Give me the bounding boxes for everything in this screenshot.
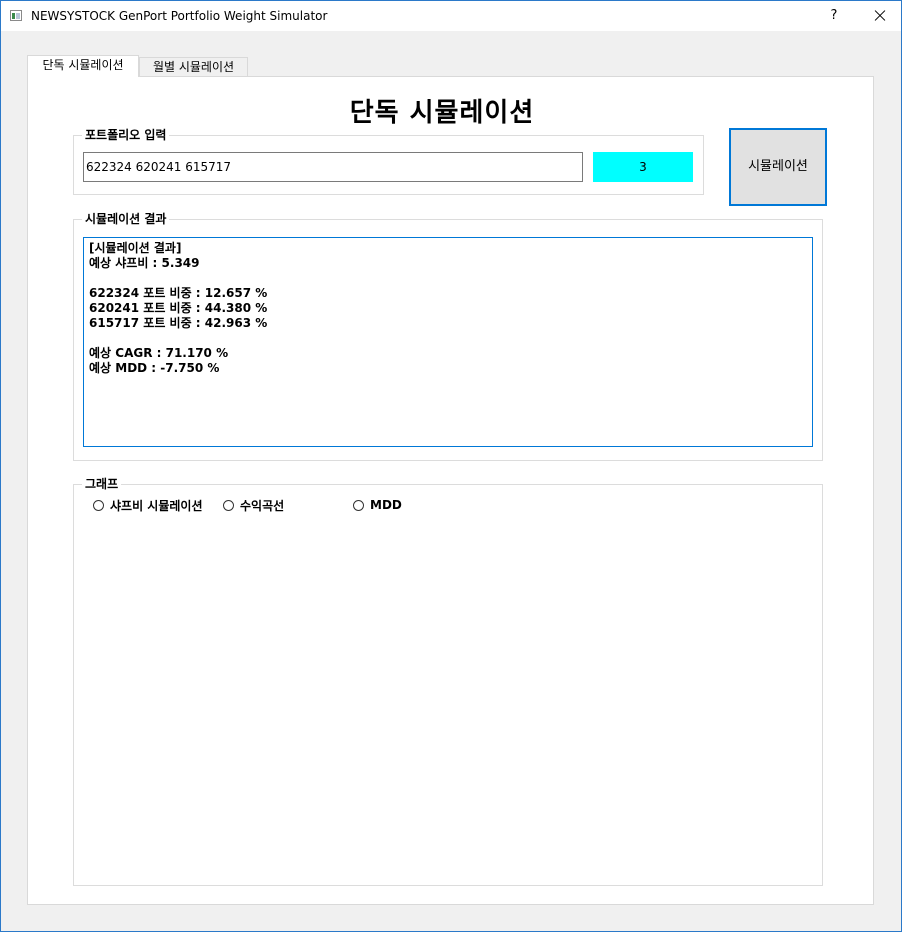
result-line: 예상 MDD : -7.750 % [89,361,220,375]
result-line: 622324 포트 비중 : 12.657 % [89,286,268,300]
result-line: 620241 포트 비중 : 44.380 % [89,301,268,315]
result-line: 예상 CAGR : 71.170 % [89,346,229,360]
tab-monthly-simulation[interactable]: 월별 시뮬레이션 [139,57,248,77]
result-textbox[interactable]: [시뮬레이션 결과] 예상 샤프비 : 5.349 622324 포트 비중 :… [83,237,813,447]
radio-sharpe-simulation[interactable]: 샤프비 시뮬레이션 [93,497,203,513]
radio-circle-icon [353,499,364,511]
result-line: 예상 샤프비 : 5.349 [89,256,200,270]
radio-circle-icon [223,499,234,511]
portfolio-group-label: 포트폴리오 입력 [82,127,170,143]
title-bar: NEWSYSTOCK GenPort Portfolio Weight Simu… [1,1,901,31]
close-icon[interactable] [859,1,901,31]
result-line: 615717 포트 비중 : 42.963 % [89,316,268,330]
portfolio-count: 3 [593,152,693,182]
portfolio-input[interactable]: 622324 620241 615717 [83,152,583,182]
graph-group-label: 그래프 [82,476,122,492]
radio-circle-icon [93,499,104,511]
help-button[interactable]: ? [817,1,851,31]
result-group-label: 시뮬레이션 결과 [82,211,170,227]
tab-single-simulation[interactable]: 단독 시뮬레이션 [27,55,139,77]
radio-mdd-label: MDD [370,498,402,512]
window-title: NEWSYSTOCK GenPort Portfolio Weight Simu… [31,9,328,23]
radio-return-label: 수익곡선 [240,498,285,513]
app-icon [10,10,22,21]
radio-sharpe-label: 샤프비 시뮬레이션 [110,498,203,513]
result-line: [시뮬레이션 결과] [89,241,182,255]
page-title: 단독 시뮬레이션 [349,98,535,128]
simulate-button[interactable]: 시뮬레이션 [729,128,827,206]
radio-mdd[interactable]: MDD [353,497,402,513]
result-blank-line [89,331,807,346]
result-blank-line [89,271,807,286]
graph-group: 그래프 [73,476,823,886]
radio-return-curve[interactable]: 수익곡선 [223,497,284,513]
